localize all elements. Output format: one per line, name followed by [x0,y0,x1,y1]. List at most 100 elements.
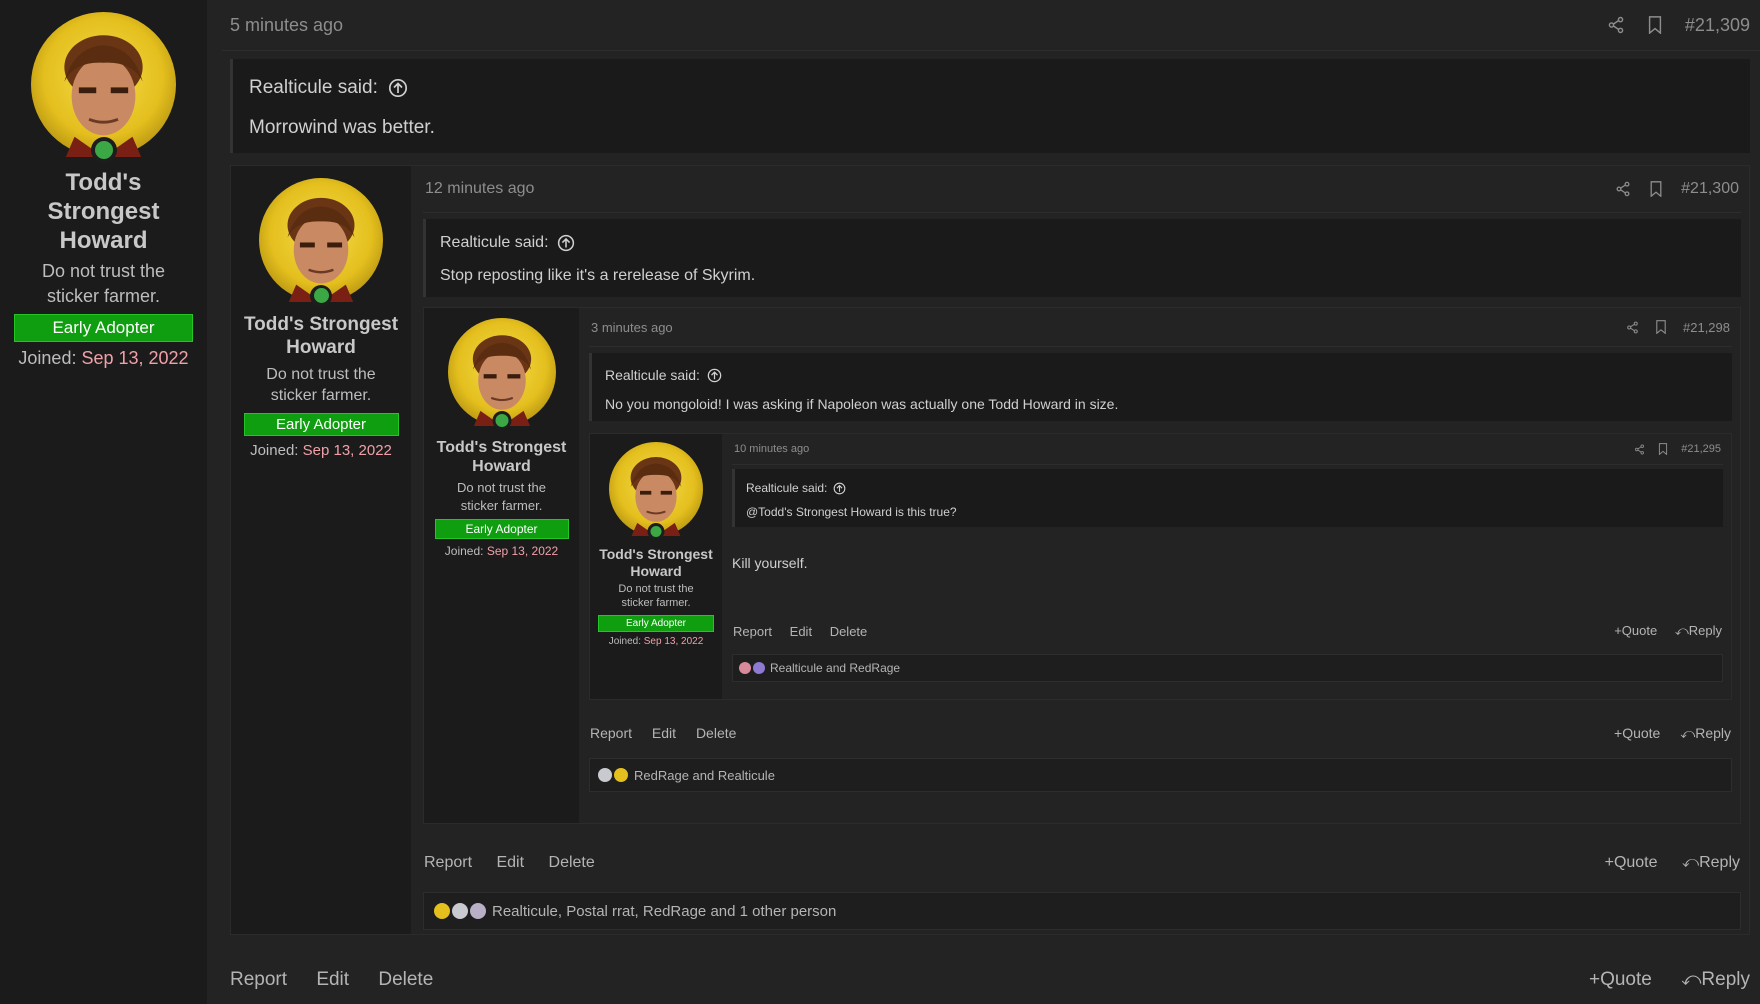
username-link[interactable]: Todd's Strongest Howard [9,169,199,255]
reaction-avatar-icon [470,903,486,919]
edit-button[interactable]: Edit [496,854,524,871]
post-main: 5 minutes ago #21,309 Realticule said: M… [207,0,1760,1004]
delete-button[interactable]: Delete [378,969,433,990]
bookmark-icon[interactable] [1647,16,1663,34]
reaction-avatar-icon [598,768,612,782]
report-button[interactable]: Report [424,854,472,871]
user-panel: Todd's Strongest Howard Do not trust the… [0,0,207,1004]
reactions-text[interactable]: RedRage and Realticule [634,768,775,783]
jump-to-quote-icon[interactable] [833,482,846,495]
online-status-icon [492,411,511,431]
joined-label: Joined: [608,636,641,648]
quote-button[interactable]: +Quote [1614,623,1657,638]
reply-button[interactable]: ⤺Reply [1680,725,1731,741]
quote-button[interactable]: +Quote [1614,725,1660,741]
reply-arrow-icon: ⤺ [1681,969,1702,990]
delete-button[interactable]: Delete [696,725,736,741]
post-time-link[interactable]: 3 minutes ago [591,320,673,335]
post-meta-actions: #21,298 [1626,320,1730,335]
quote-header: Realticule said: [426,219,1741,257]
quote-block: Realticule said: @Todd's Strongest Howar… [732,469,1723,527]
online-status-icon [90,136,117,163]
share-icon[interactable] [1615,181,1631,197]
reaction-avatar-icon [614,768,628,782]
post-meta: 10 minutes ago #21,295 [732,434,1723,465]
post-meta: 12 minutes ago #21,300 [423,166,1741,213]
report-button[interactable]: Report [230,969,287,990]
username-link[interactable]: Todd's Strongest Howard [236,314,406,360]
jump-to-quote-icon[interactable] [388,78,408,98]
bookmark-icon[interactable] [1655,320,1667,334]
avatar[interactable] [609,442,703,540]
user-title: Do not trust the sticker farmer. [457,480,546,513]
quote-author-link[interactable]: Realticule [746,481,799,495]
post-time-link[interactable]: 5 minutes ago [230,15,343,36]
reply-button[interactable]: ⤺Reply [1682,854,1740,871]
plus-icon: + [1614,724,1623,741]
post-21295: Todd's Strongest Howard Do not trust the… [589,433,1732,700]
plus-icon: + [1614,623,1622,638]
early-adopter-badge: Early Adopter [243,412,399,436]
quote-said: said: [337,77,378,98]
report-button[interactable]: Report [590,725,632,741]
quote-header: Realticule said: [233,59,1750,105]
reactions-text[interactable]: Realticule and RedRage [770,661,900,675]
joined-info: Joined: Sep 13, 2022 [609,636,704,647]
quote-text: No you mongoloid! I was asking if Napole… [605,396,1119,412]
joined-info: Joined: Sep 13, 2022 [445,544,558,558]
jump-to-quote-icon[interactable] [557,234,575,252]
edit-button[interactable]: Edit [790,624,812,639]
report-button[interactable]: Report [733,624,772,639]
share-icon[interactable] [1626,321,1639,334]
jump-to-quote-icon[interactable] [707,368,722,383]
post-actions-left: Report Edit Delete [230,969,433,991]
avatar[interactable] [447,318,556,431]
reactions-text[interactable]: Realticule, Postal rrat, RedRage and 1 o… [492,903,836,920]
quote-author-link[interactable]: Realticule [605,367,666,383]
post-21309: Todd's Strongest Howard Do not trust the… [0,0,1760,1004]
reactions-bar[interactable]: RedRage and Realticule [589,758,1732,792]
plus-icon: + [1604,854,1614,871]
reactions-bar[interactable]: Realticule, Postal rrat, RedRage and 1 o… [423,892,1741,930]
quote-block: Realticule said: Stop reposting like it'… [423,219,1741,297]
avatar[interactable] [31,12,176,163]
quote-button-label: Quote [1613,854,1658,871]
delete-button[interactable]: Delete [549,854,595,871]
reaction-avatar-icon [753,662,765,674]
joined-label: Joined: [250,441,299,459]
username-link[interactable]: Todd's Strongest Howard [594,546,718,580]
share-icon[interactable] [1607,16,1625,34]
avatar-face-icon [472,335,531,426]
username-link[interactable]: Todd's Strongest Howard [432,438,572,476]
post-time-link[interactable]: 10 minutes ago [734,443,809,455]
post-meta-actions: #21,295 [1634,443,1721,455]
post-number-link[interactable]: #21,309 [1685,15,1750,36]
joined-info: Joined: Sep 13, 2022 [250,442,392,459]
quote-button-label: Quote [1621,623,1658,638]
reactions-bar[interactable]: Realticule and RedRage [732,654,1723,682]
share-icon[interactable] [1634,443,1645,455]
avatar-face-icon [64,35,143,157]
edit-button[interactable]: Edit [316,969,349,990]
quote-button[interactable]: +Quote [1589,969,1652,990]
delete-button[interactable]: Delete [830,624,868,639]
reply-button-label: Reply [1695,724,1731,741]
bookmark-icon[interactable] [1658,443,1668,455]
reply-button[interactable]: ⤺Reply [1675,623,1722,638]
quote-author-link[interactable]: Realticule [440,234,510,252]
reply-button[interactable]: ⤺Reply [1681,969,1750,990]
post-main: 12 minutes ago #21,300 Realticule said: … [411,166,1749,934]
post-time-link[interactable]: 12 minutes ago [425,180,534,198]
quote-button[interactable]: +Quote [1605,854,1658,871]
post-number-link[interactable]: #21,295 [1681,443,1721,455]
post-main: 10 minutes ago #21,295 Realticule said: … [722,434,1731,699]
quote-header: Realticule said: [592,353,1732,387]
post-actions-left: Report Edit Delete [733,624,867,639]
edit-button[interactable]: Edit [652,725,676,741]
post-number-link[interactable]: #21,300 [1681,180,1739,198]
post-actions-right: +Quote ⤺Reply [1605,854,1740,872]
bookmark-icon[interactable] [1649,181,1663,197]
quote-author-link[interactable]: Realticule [249,77,332,99]
avatar[interactable] [259,178,383,307]
post-number-link[interactable]: #21,298 [1683,320,1730,335]
